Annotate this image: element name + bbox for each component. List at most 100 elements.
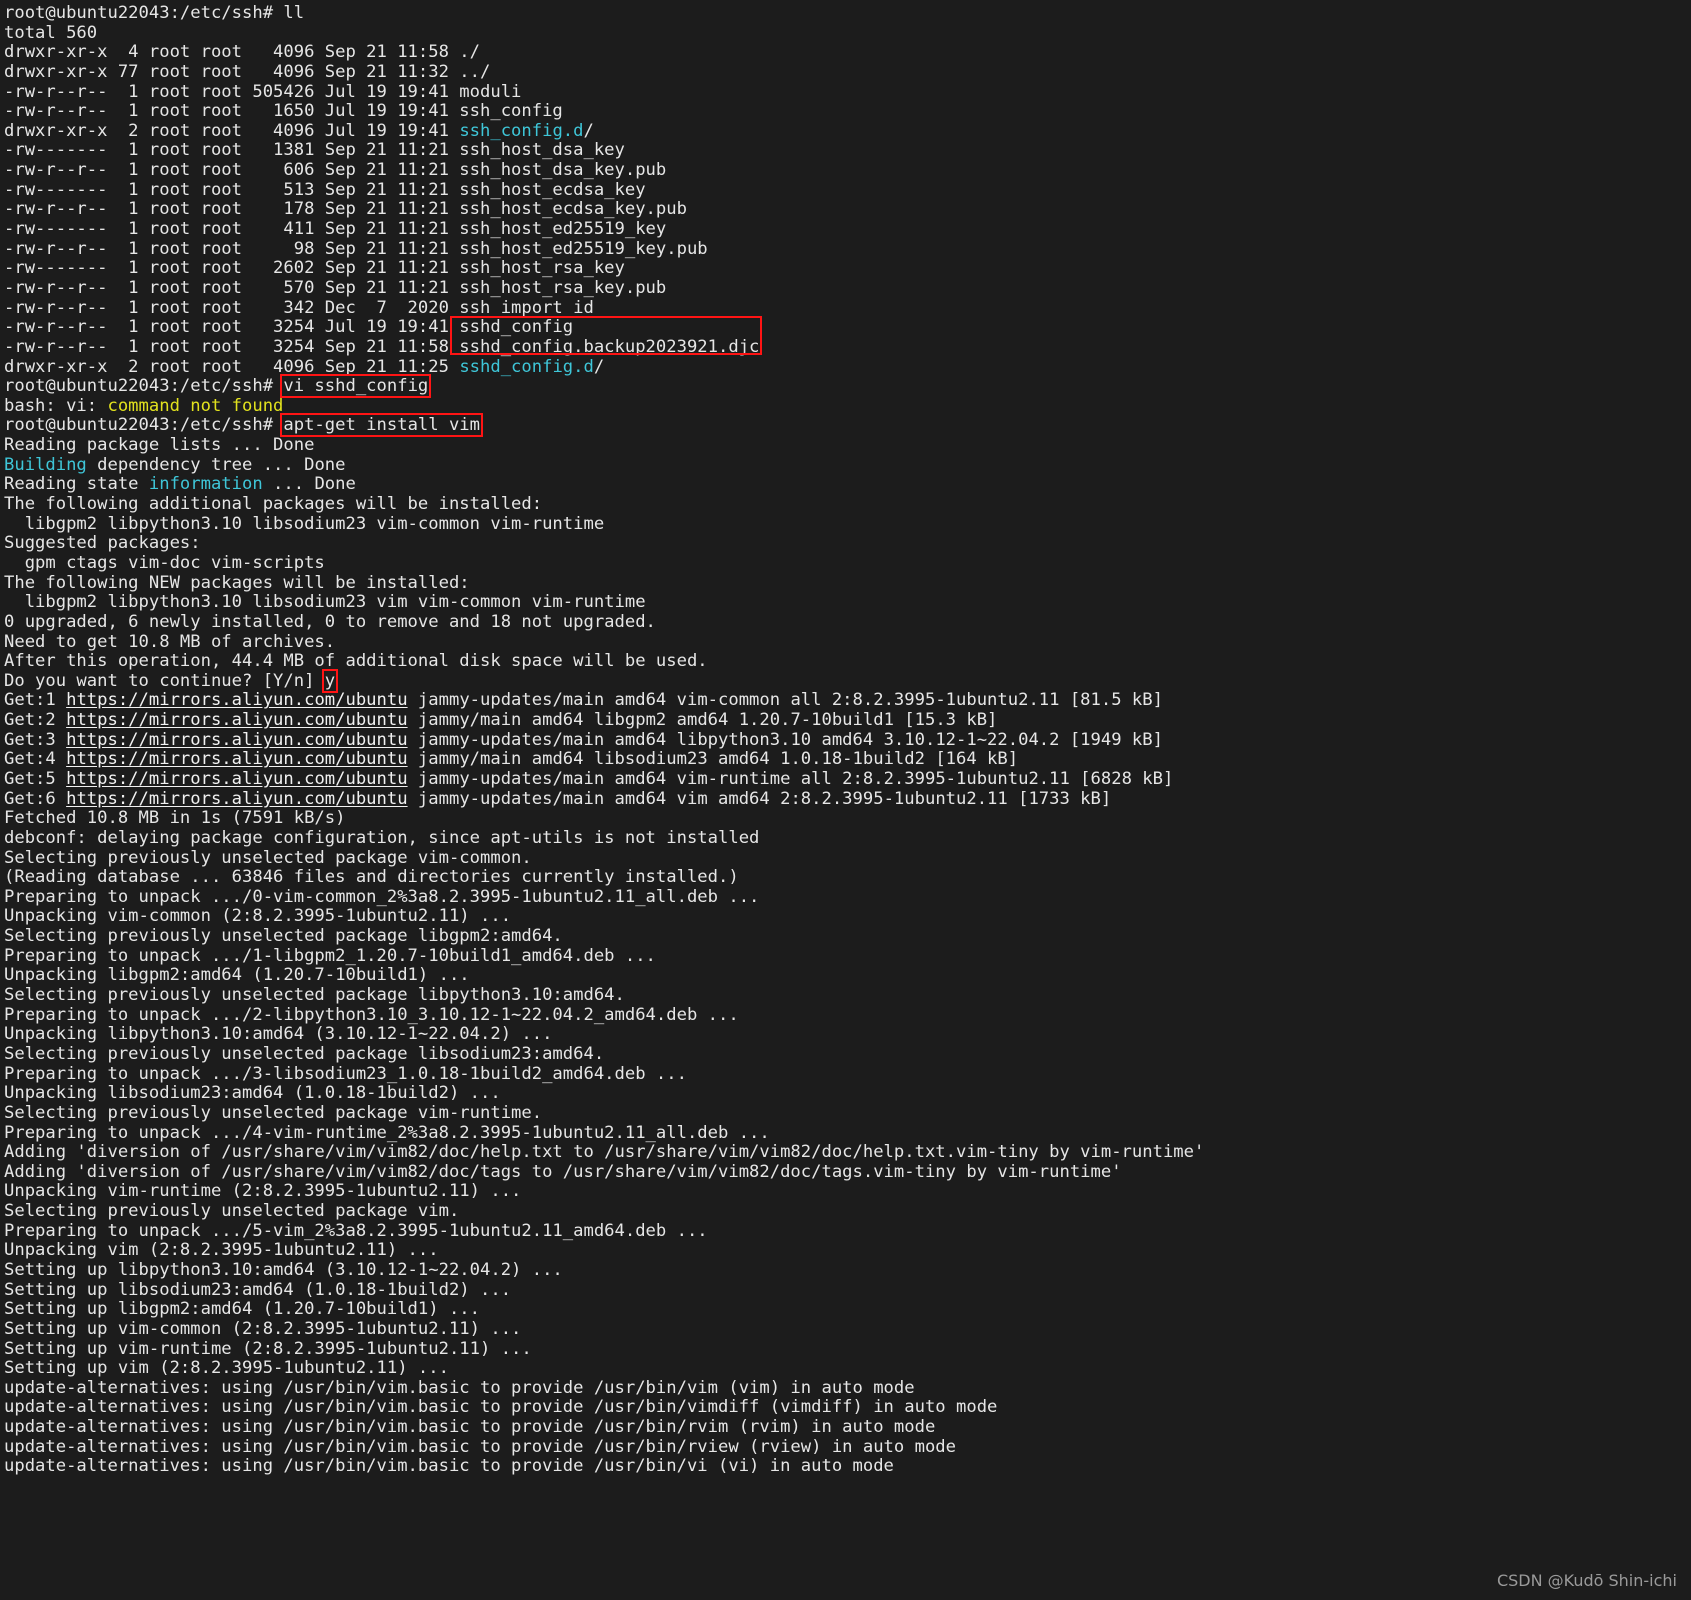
terminal-text: jammy-updates/main amd64 vim amd64 2:8.2… bbox=[407, 788, 1112, 809]
terminal-line: Suggested packages: bbox=[4, 533, 1691, 554]
terminal-text: -rw-r--r-- 1 root root 606 Sep 21 11:21 … bbox=[4, 160, 667, 181]
terminal-line: Building dependency tree ... Done bbox=[4, 454, 1691, 476]
terminal-text: bash: vi: bbox=[4, 395, 108, 416]
terminal-text: -rw-r--r-- 1 root root 3254 Sep 21 11:58… bbox=[4, 336, 760, 357]
mirror-url: https://mirrors.aliyun.com/ubuntu bbox=[66, 749, 408, 770]
terminal-text: Do you want to continue? [Y/n] bbox=[4, 670, 325, 691]
terminal-text: -rw-r--r-- 1 root root 505426 Jul 19 19:… bbox=[4, 81, 522, 102]
terminal-text: Setting up libpython3.10:amd64 (3.10.12-… bbox=[4, 1260, 563, 1280]
terminal-text: drwxr-xr-x 77 root root 4096 Sep 21 11:3… bbox=[4, 61, 491, 82]
terminal-line: Setting up vim (2:8.2.3995-1ubuntu2.11) … bbox=[4, 1358, 1691, 1379]
terminal-text: Get:4 bbox=[4, 749, 67, 770]
terminal-line: Get:3 https://mirrors.aliyun.com/ubuntu … bbox=[4, 729, 1691, 751]
terminal-text: -rw-r--r-- 1 root root 3254 Jul 19 19:41… bbox=[4, 317, 574, 338]
terminal-text: Selecting previously unselected package … bbox=[4, 847, 532, 868]
terminal-text: jammy-updates/main amd64 vim-runtime all… bbox=[407, 768, 1174, 789]
terminal-text: Selecting previously unselected package … bbox=[4, 1043, 605, 1064]
terminal-text: libgpm2 libpython3.10 libsodium23 vim vi… bbox=[4, 592, 646, 613]
terminal-text: Need to get 10.8 MB of archives. bbox=[4, 631, 336, 652]
highlighted-command[interactable]: y bbox=[321, 668, 339, 693]
terminal-text: Unpacking vim-runtime (2:8.2.3995-1ubunt… bbox=[4, 1181, 522, 1202]
terminal-text: / bbox=[593, 356, 605, 377]
terminal-text: -rw-r--r-- 1 root root 1650 Jul 19 19:41… bbox=[4, 101, 563, 122]
terminal-line: -rw-r--r-- 1 root root 3254 Jul 19 19:41… bbox=[4, 317, 1691, 338]
terminal-text: Adding 'diversion of /usr/share/vim/vim8… bbox=[4, 1142, 1205, 1163]
terminal-line: -rw------- 1 root root 411 Sep 21 11:21 … bbox=[4, 219, 1691, 240]
terminal-text: ... Done bbox=[262, 474, 356, 495]
directory-name: ssh_config.d bbox=[459, 120, 584, 141]
terminal-text: Unpacking libgpm2:amd64 (1.20.7-10build1… bbox=[4, 965, 470, 986]
csdn-watermark: CSDN @Kudō Shin-ichi bbox=[1496, 1571, 1677, 1591]
terminal-line: Selecting previously unselected package … bbox=[4, 1103, 1691, 1124]
terminal-text: Reading package lists ... Done bbox=[4, 435, 315, 456]
highlighted-command[interactable]: apt-get install vim bbox=[280, 413, 483, 438]
terminal-line: Fetched 10.8 MB in 1s (7591 kB/s) bbox=[4, 808, 1691, 829]
terminal-text: After this operation, 44.4 MB of additio… bbox=[4, 651, 708, 672]
terminal-text: Setting up vim-common (2:8.2.3995-1ubunt… bbox=[4, 1318, 522, 1339]
terminal-line: Preparing to unpack .../3-libsodium23_1.… bbox=[4, 1064, 1691, 1085]
error-text: command not found bbox=[107, 395, 284, 416]
terminal-line: Adding 'diversion of /usr/share/vim/vim8… bbox=[4, 1142, 1691, 1163]
terminal-line: Selecting previously unselected package … bbox=[4, 985, 1691, 1006]
terminal-text: debconf: delaying package configuration,… bbox=[4, 827, 760, 848]
mirror-url: https://mirrors.aliyun.com/ubuntu bbox=[66, 690, 408, 711]
terminal-text: jammy-updates/main amd64 libpython3.10 a… bbox=[407, 729, 1163, 750]
directory-name: sshd_config.d bbox=[459, 356, 594, 377]
directory-name: Building bbox=[4, 454, 87, 475]
terminal-line: Unpacking libgpm2:amd64 (1.20.7-10build1… bbox=[4, 966, 1691, 986]
terminal-line: drwxr-xr-x 2 root root 4096 Jul 19 19:41… bbox=[4, 120, 1691, 142]
terminal-line: (Reading database ... 63846 files and di… bbox=[4, 867, 1691, 888]
terminal-line: Setting up libpython3.10:amd64 (3.10.12-… bbox=[4, 1260, 1691, 1281]
terminal-text: root@ubuntu22043:/etc/ssh# bbox=[4, 415, 284, 436]
terminal-text: Selecting previously unselected package … bbox=[4, 985, 625, 1006]
terminal-line: -rw-r--r-- 1 root root 505426 Jul 19 19:… bbox=[4, 81, 1691, 103]
terminal-line: 0 upgraded, 6 newly installed, 0 to remo… bbox=[4, 611, 1691, 633]
terminal-line: Selecting previously unselected package … bbox=[4, 926, 1691, 947]
terminal-line: Setting up libsodium23:amd64 (1.0.18-1bu… bbox=[4, 1279, 1691, 1301]
terminal-line: update-alternatives: using /usr/bin/vim.… bbox=[4, 1398, 1691, 1418]
terminal-text: -rw-r--r-- 1 root root 570 Sep 21 11:21 … bbox=[4, 277, 667, 298]
terminal-text: Get:2 bbox=[4, 710, 67, 731]
terminal-line: Need to get 10.8 MB of archives. bbox=[4, 631, 1691, 653]
terminal-text: Adding 'diversion of /usr/share/vim/vim8… bbox=[4, 1161, 1122, 1182]
terminal-line: Get:1 https://mirrors.aliyun.com/ubuntu … bbox=[4, 691, 1691, 711]
mirror-url: https://mirrors.aliyun.com/ubuntu bbox=[66, 710, 408, 731]
highlighted-command[interactable]: vi sshd_config bbox=[280, 374, 432, 399]
terminal-text: total 560 bbox=[4, 22, 98, 43]
terminal-text: drwxr-xr-x 4 root root 4096 Sep 21 11:58… bbox=[4, 42, 480, 63]
terminal-line: Unpacking vim-runtime (2:8.2.3995-1ubunt… bbox=[4, 1182, 1691, 1202]
terminal-text: Unpacking libsodium23:amd64 (1.0.18-1bui… bbox=[4, 1083, 501, 1104]
terminal-text: Setting up vim (2:8.2.3995-1ubuntu2.11) … bbox=[4, 1358, 449, 1379]
directory-name: information bbox=[148, 474, 263, 495]
terminal-line: Get:2 https://mirrors.aliyun.com/ubuntu … bbox=[4, 710, 1691, 731]
terminal-text: -rw------- 1 root root 411 Sep 21 11:21 … bbox=[4, 219, 667, 240]
terminal-text: Get:1 bbox=[4, 690, 67, 711]
terminal-text: The following additional packages will b… bbox=[4, 494, 543, 515]
terminal-line: -rw------- 1 root root 1381 Sep 21 11:21… bbox=[4, 141, 1691, 161]
terminal-line: bash: vi: command not found bbox=[4, 395, 1691, 417]
terminal-line: drwxr-xr-x 4 root root 4096 Sep 21 11:58… bbox=[4, 42, 1691, 63]
terminal-text: root@ubuntu22043:/etc/ssh# bbox=[4, 376, 284, 397]
terminal-text: 0 upgraded, 6 newly installed, 0 to remo… bbox=[4, 611, 656, 632]
terminal-line: Get:5 https://mirrors.aliyun.com/ubuntu … bbox=[4, 768, 1691, 790]
terminal-line: Preparing to unpack .../0-vim-common_2%3… bbox=[4, 887, 1691, 908]
terminal-line: Setting up vim-common (2:8.2.3995-1ubunt… bbox=[4, 1318, 1691, 1340]
terminal-text: Setting up libsodium23:amd64 (1.0.18-1bu… bbox=[4, 1279, 512, 1300]
terminal-window[interactable]: root@ubuntu22043:/etc/ssh# ll total 560 dr… bbox=[0, 0, 1691, 1600]
terminal-text: Selecting previously unselected package … bbox=[4, 926, 563, 947]
terminal-text: Preparing to unpack .../5-vim_2%3a8.2.39… bbox=[4, 1220, 708, 1241]
terminal-line: drwxr-xr-x 2 root root 4096 Sep 21 11:25… bbox=[4, 356, 1691, 378]
terminal-line: debconf: delaying package configuration,… bbox=[4, 827, 1691, 849]
terminal-line: -rw-r--r-- 1 root root 1650 Jul 19 19:41… bbox=[4, 101, 1691, 122]
terminal-text: jammy/main amd64 libsodium23 amd64 1.0.1… bbox=[407, 749, 1019, 770]
terminal-text: -rw------- 1 root root 513 Sep 21 11:21 … bbox=[4, 179, 646, 200]
terminal-text: -rw-r--r-- 1 root root 342 Dec 7 2020 ss… bbox=[4, 297, 594, 318]
terminal-line: Reading state information ... Done bbox=[4, 475, 1691, 495]
terminal-line: update-alternatives: using /usr/bin/vim.… bbox=[4, 1417, 1691, 1438]
terminal-line: Selecting previously unselected package … bbox=[4, 847, 1691, 869]
terminal-text: update-alternatives: using /usr/bin/vim.… bbox=[4, 1377, 915, 1398]
terminal-line: Selecting previously unselected package … bbox=[4, 1201, 1691, 1222]
terminal-line: total 560 bbox=[4, 22, 1691, 44]
terminal-text: Get:5 bbox=[4, 768, 67, 789]
terminal-line: gpm ctags vim-doc vim-scripts bbox=[4, 553, 1691, 574]
